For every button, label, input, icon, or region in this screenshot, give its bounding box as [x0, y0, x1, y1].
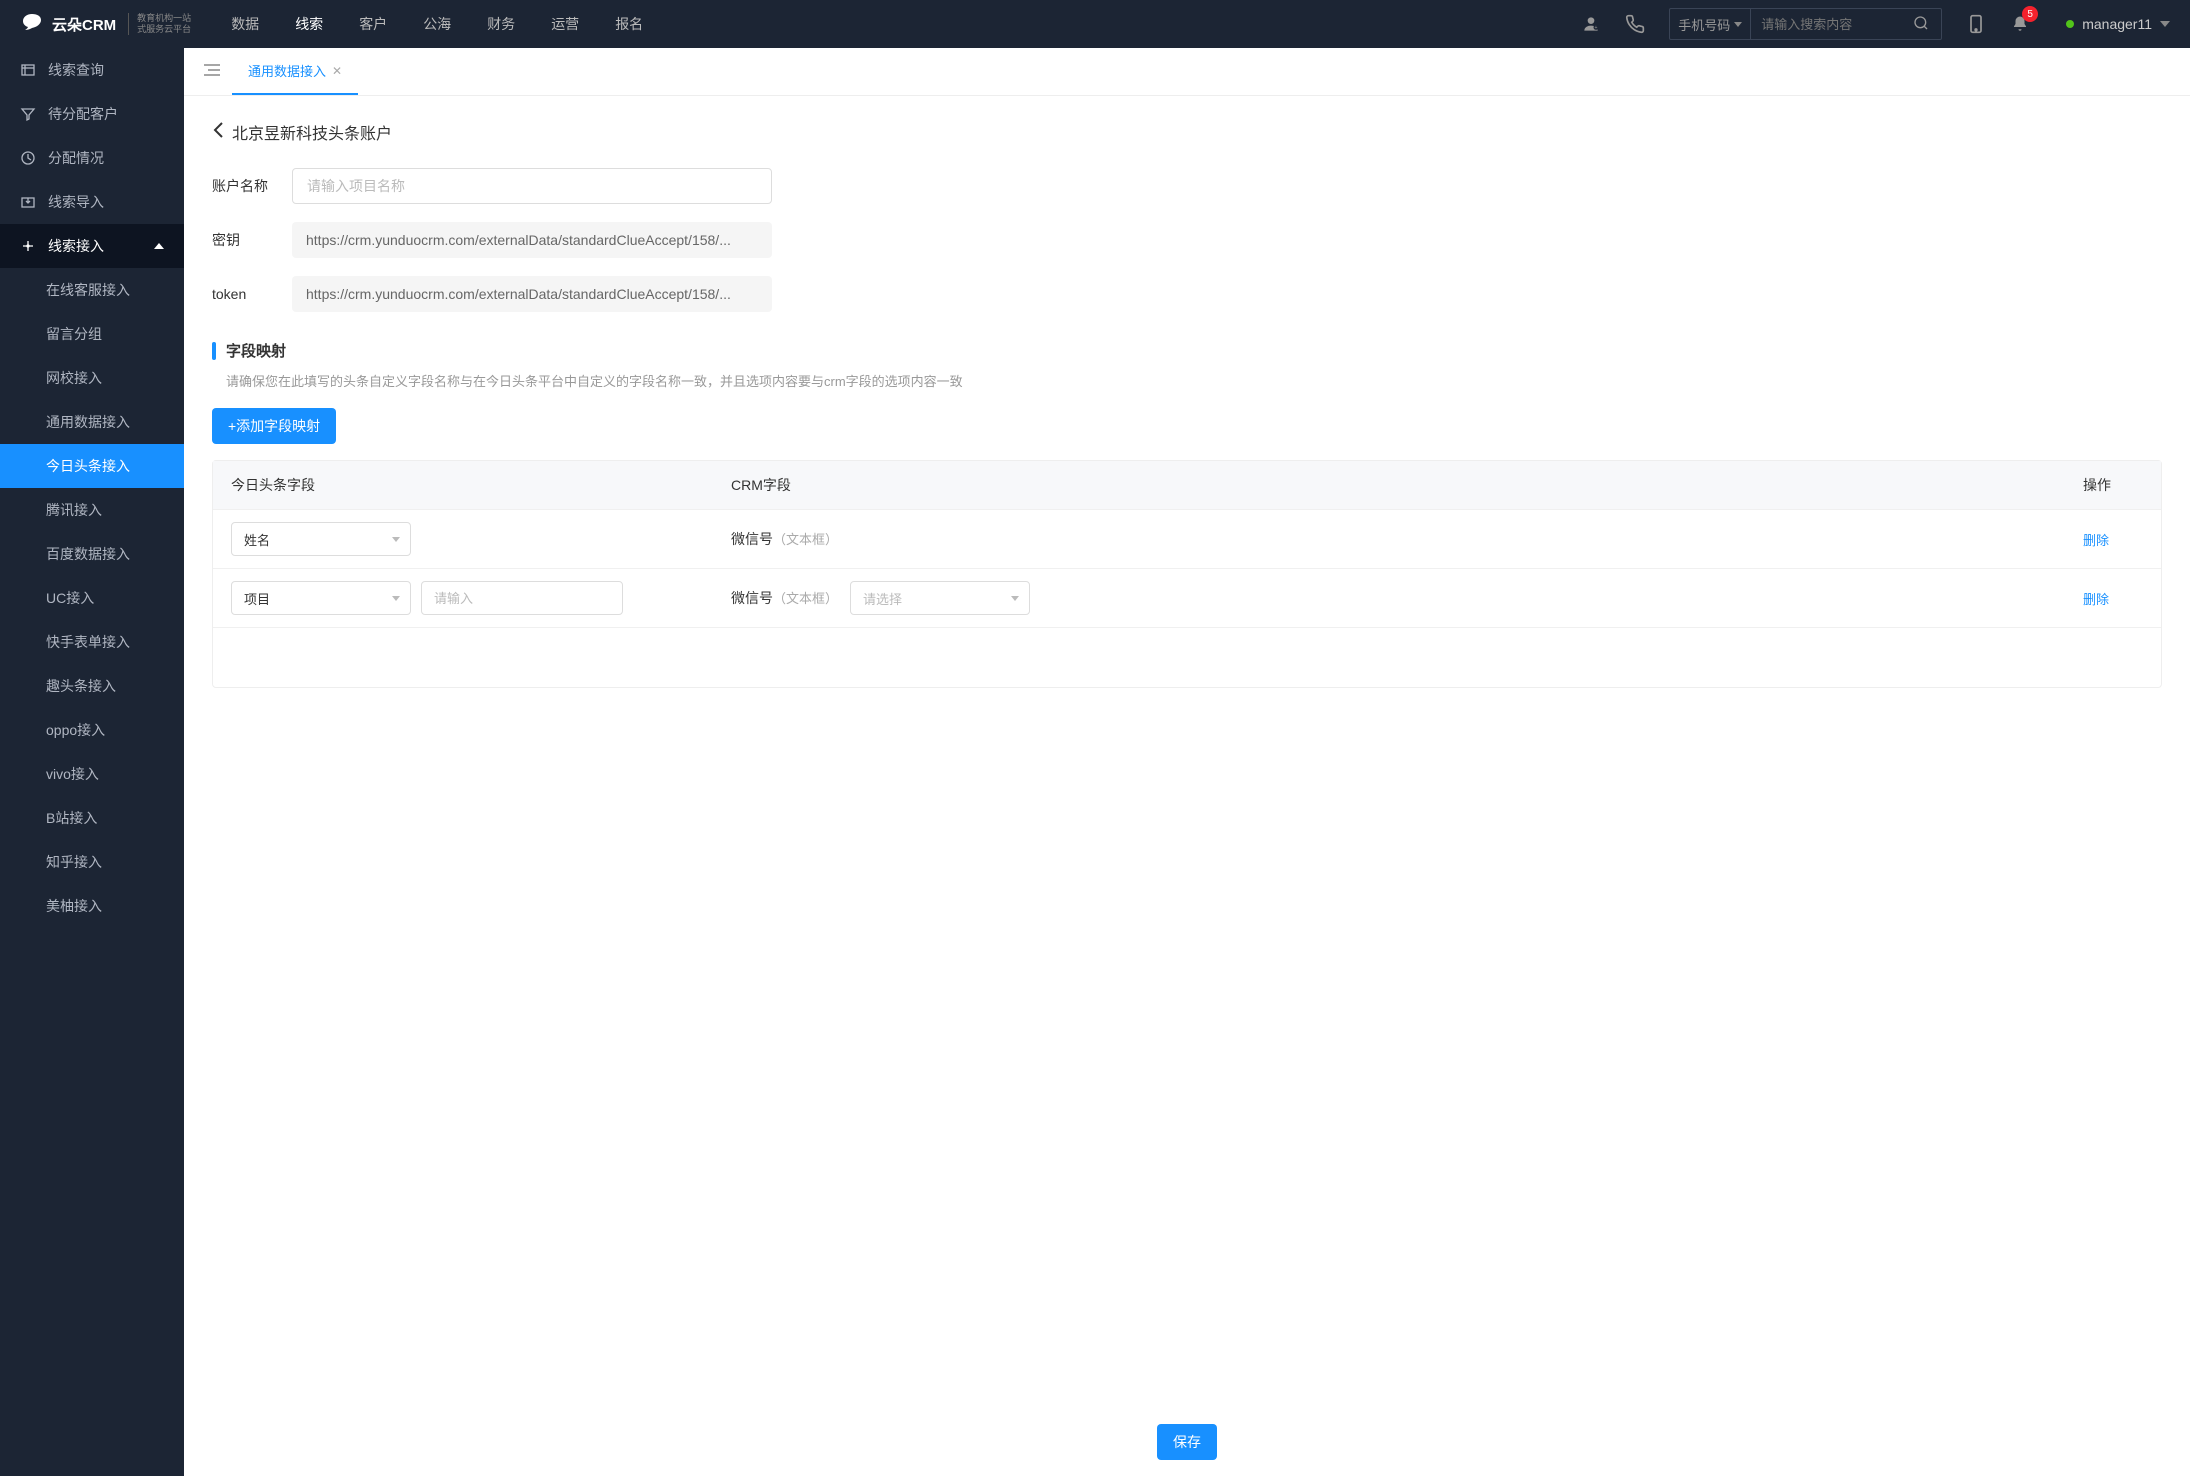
nav-item[interactable]: 报名 — [615, 14, 643, 34]
sidebar-item[interactable]: 线索接入 — [0, 224, 184, 268]
crm-field-value: 微信号（文本框） — [731, 529, 838, 549]
footer-bar: 保存 — [184, 1408, 2190, 1476]
sidebar-subitem[interactable]: UC接入 — [0, 576, 184, 620]
sidebar-subitem[interactable]: 通用数据接入 — [0, 400, 184, 444]
toutiao-field-input[interactable] — [421, 581, 623, 615]
section-title: 字段映射 — [226, 340, 286, 361]
table-row: 项目 微信号（文本框） 请选择 删除 — [213, 568, 2161, 627]
tab-label: 通用数据接入 — [248, 61, 326, 80]
sidebar-subitem[interactable]: 美柚接入 — [0, 884, 184, 928]
search-button[interactable] — [1901, 15, 1941, 34]
toutiao-field-select[interactable]: 项目 — [231, 581, 411, 615]
section-bar — [212, 342, 216, 360]
mobile-icon[interactable] — [1966, 14, 1986, 34]
tab-close-button[interactable]: ✕ — [332, 64, 342, 78]
sidebar-subitem[interactable]: 百度数据接入 — [0, 532, 184, 576]
sidebar-icon — [20, 62, 36, 78]
sidebar: 线索查询待分配客户分配情况线索导入线索接入在线客服接入留言分组网校接入通用数据接… — [0, 48, 184, 1476]
nav-item[interactable]: 线索 — [295, 14, 323, 34]
mapping-table: 今日头条字段 CRM字段 操作 姓名 微信号（文本框） 删除 项目 — [212, 460, 2162, 688]
sidebar-item[interactable]: 线索查询 — [0, 48, 184, 92]
header-crm: CRM字段 — [731, 475, 2083, 495]
sidebar-subitem[interactable]: 今日头条接入 — [0, 444, 184, 488]
crm-field-value: 微信号（文本框） — [731, 588, 838, 608]
sidebar-subitem[interactable]: 网校接入 — [0, 356, 184, 400]
table-row: 姓名 微信号（文本框） 删除 — [213, 509, 2161, 568]
sidebar-subitem[interactable]: 趣头条接入 — [0, 664, 184, 708]
back-button[interactable] — [212, 121, 224, 144]
key-input[interactable] — [292, 222, 772, 258]
search-type-select[interactable]: 手机号码 — [1670, 9, 1751, 39]
crm-field-select[interactable]: 请选择 — [850, 581, 1030, 615]
sidebar-icon — [20, 106, 36, 122]
user-add-icon[interactable]: + — [1581, 14, 1601, 34]
tabs-collapse-button[interactable] — [192, 63, 232, 80]
sidebar-icon — [20, 194, 36, 210]
sidebar-subitem[interactable]: 腾讯接入 — [0, 488, 184, 532]
sidebar-subitem[interactable]: vivo接入 — [0, 752, 184, 796]
sidebar-subitem[interactable]: 快手表单接入 — [0, 620, 184, 664]
token-input[interactable] — [292, 276, 772, 312]
search-input[interactable] — [1751, 17, 1901, 32]
tab-active[interactable]: 通用数据接入 ✕ — [232, 48, 358, 95]
token-label: token — [212, 286, 292, 302]
nav-item[interactable]: 数据 — [231, 14, 259, 34]
page-header: 北京昱新科技头条账户 — [212, 120, 2162, 144]
delete-button[interactable]: 删除 — [2083, 533, 2109, 548]
sidebar-icon — [20, 150, 36, 166]
main-content: 通用数据接入 ✕ 北京昱新科技头条账户 账户名称 密钥 token — [184, 48, 2190, 1476]
logo: 云朵CRM 教育机构一站 式服务云平台 — [20, 12, 191, 36]
chevron-up-icon — [154, 243, 164, 249]
delete-button[interactable]: 删除 — [2083, 592, 2109, 607]
toutiao-field-select[interactable]: 姓名 — [231, 522, 411, 556]
nav: 数据 线索 客户 公海 财务 运营 报名 — [231, 14, 1565, 34]
notification-badge: 5 — [2022, 6, 2038, 22]
nav-item[interactable]: 公海 — [423, 14, 451, 34]
logo-icon — [20, 12, 44, 36]
tabs-bar: 通用数据接入 ✕ — [184, 48, 2190, 96]
sidebar-item[interactable]: 线索导入 — [0, 180, 184, 224]
sidebar-subitem[interactable]: 知乎接入 — [0, 840, 184, 884]
nav-item[interactable]: 客户 — [359, 14, 387, 34]
table-header: 今日头条字段 CRM字段 操作 — [213, 461, 2161, 509]
chevron-down-icon — [1734, 22, 1742, 27]
user-menu[interactable]: manager11 — [2066, 16, 2170, 32]
sidebar-item[interactable]: 分配情况 — [0, 136, 184, 180]
sidebar-subitem[interactable]: 在线客服接入 — [0, 268, 184, 312]
header: 云朵CRM 教育机构一站 式服务云平台 数据 线索 客户 公海 财务 运营 报名 + 手机号… — [0, 0, 2190, 48]
search-box: 手机号码 — [1669, 8, 1942, 40]
logo-subtitle: 教育机构一站 式服务云平台 — [128, 13, 191, 35]
account-label: 账户名称 — [212, 176, 292, 196]
username: manager11 — [2082, 16, 2152, 32]
sidebar-subitem[interactable]: 留言分组 — [0, 312, 184, 356]
logo-text: 云朵CRM — [52, 14, 116, 35]
phone-icon[interactable] — [1625, 14, 1645, 34]
chevron-down-icon — [2160, 21, 2170, 27]
header-action: 操作 — [2083, 475, 2143, 495]
save-button[interactable]: 保存 — [1157, 1424, 1217, 1460]
svg-text:+: + — [1595, 25, 1598, 31]
sidebar-subitem[interactable]: oppo接入 — [0, 708, 184, 752]
page-title: 北京昱新科技头条账户 — [232, 120, 392, 144]
sidebar-icon — [20, 238, 36, 254]
sidebar-subitem[interactable]: B站接入 — [0, 796, 184, 840]
header-toutiao: 今日头条字段 — [231, 475, 731, 495]
key-label: 密钥 — [212, 230, 292, 250]
account-input[interactable] — [292, 168, 772, 204]
status-dot — [2066, 20, 2074, 28]
notification-button[interactable]: 5 — [2010, 14, 2030, 34]
sidebar-item[interactable]: 待分配客户 — [0, 92, 184, 136]
nav-item[interactable]: 运营 — [551, 14, 579, 34]
add-field-mapping-button[interactable]: +添加字段映射 — [212, 408, 336, 444]
nav-item[interactable]: 财务 — [487, 14, 515, 34]
section-hint: 请确保您在此填写的头条自定义字段名称与在今日头条平台中自定义的字段名称一致，并且… — [212, 371, 2162, 390]
section-header: 字段映射 — [212, 340, 2162, 361]
